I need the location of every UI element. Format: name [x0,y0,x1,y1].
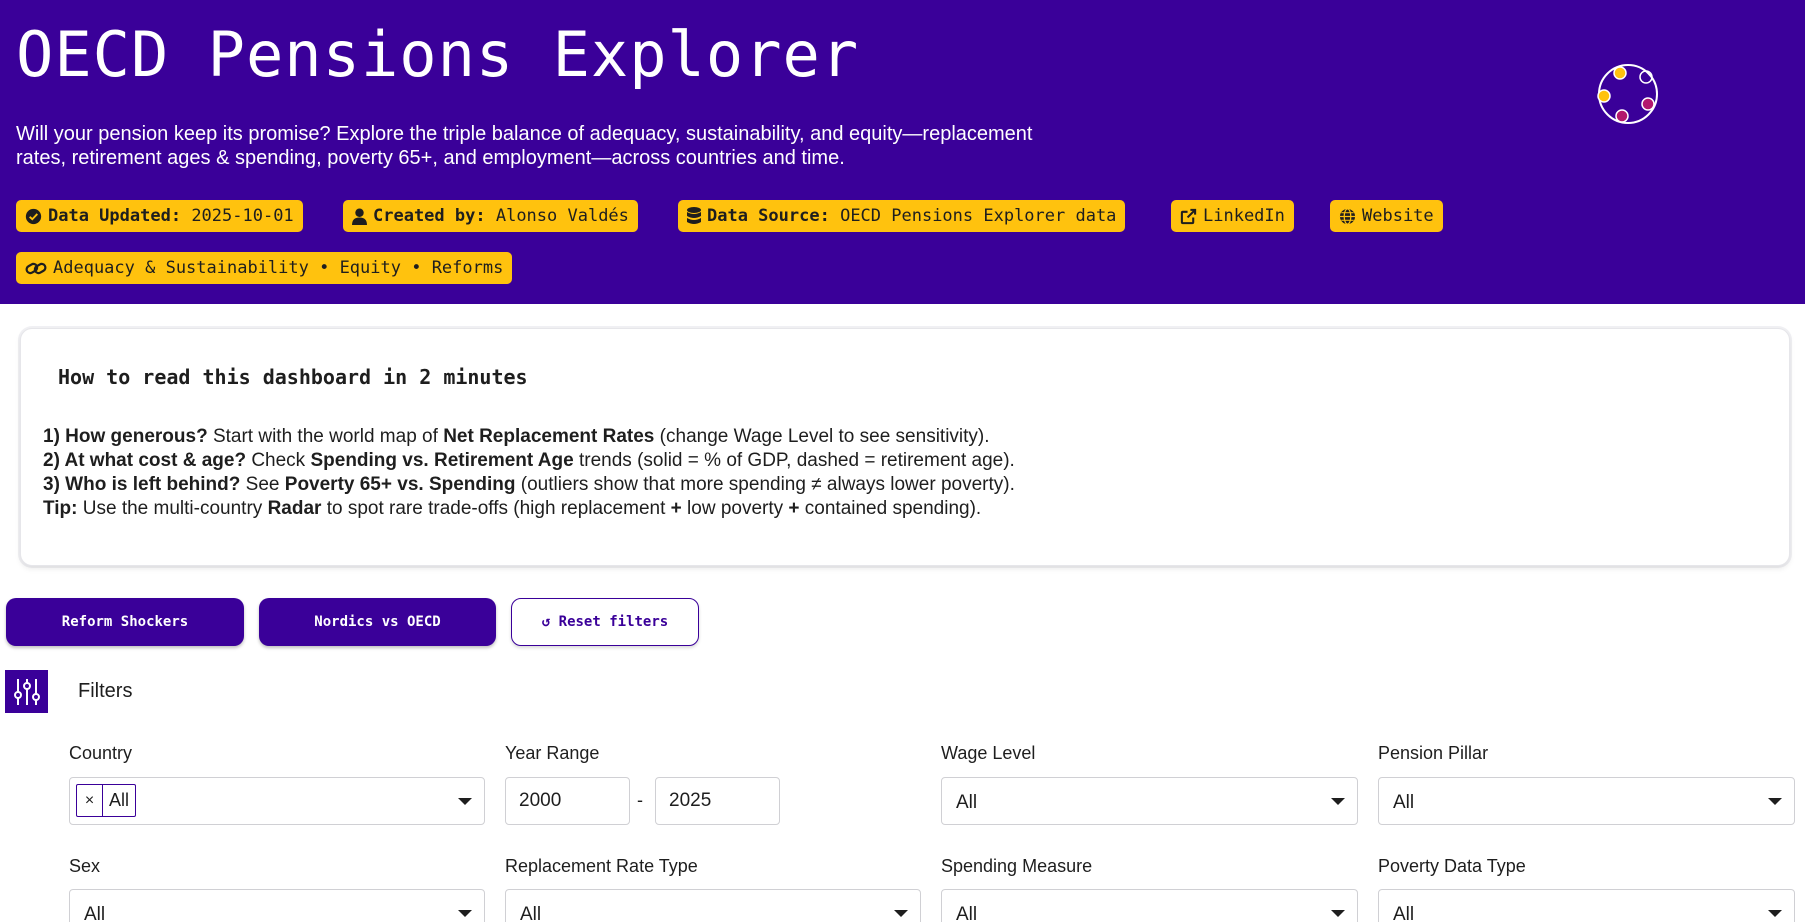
guide-line-2: 2) At what cost & age? Check Spending vs… [43,450,1015,471]
chevron-down-icon [1768,798,1782,805]
replacement-rate-type-label: Replacement Rate Type [505,856,698,876]
nordics-vs-oecd-button[interactable]: Nordics vs OECD [259,598,496,646]
wage-level-select[interactable]: All [941,777,1358,825]
spending-measure-label: Spending Measure [941,856,1093,876]
app-subtitle: Will your pension keep its promise? Expl… [16,123,1033,169]
guide-line-3: 3) Who is left behind? See Poverty 65+ v… [43,474,1015,495]
replacement-rate-type-value: All [520,904,542,922]
pension-pillar-label: Pension Pillar [1378,743,1489,763]
guide-lines: 1) How generous? Start with the world ma… [43,425,1015,521]
app-title: OECD Pensions Explorer [16,18,860,91]
globe-icon [1339,207,1356,225]
user-icon [352,208,367,225]
poverty-data-type-select[interactable]: All [1378,889,1795,922]
filters-title: Filters [78,680,133,702]
data-source-value: OECD Pensions Explorer data [840,206,1117,226]
poverty-data-type-value: All [1393,904,1415,922]
database-icon [687,207,701,224]
pension-pillar-select[interactable]: All [1378,777,1795,825]
data-source-badge: Data Source: OECD Pensions Explorer data [678,200,1126,232]
chevron-down-icon [1768,910,1782,917]
created-by-badge: Created by: Alonso Valdés [343,200,638,232]
chevron-down-icon [1331,798,1345,805]
data-updated-badge: Data Updated: 2025-10-01 [16,200,303,232]
sex-label: Sex [69,856,101,876]
chevron-down-icon [458,798,472,805]
website-label: Website [1362,206,1434,226]
created-by-label: Created by: [373,206,486,226]
sliders-icon [13,678,40,705]
wage-level-value: All [956,792,978,813]
data-source-label: Data Source: [707,206,830,226]
sex-select[interactable]: All [69,889,485,922]
check-circle-icon [25,208,42,224]
topics-badge: Adequacy & Sustainability • Equity • Ref… [16,252,513,284]
sex-value: All [84,904,106,922]
link-icon [25,262,47,274]
external-link-icon [1180,208,1197,224]
pension-pillar-value: All [1393,792,1415,813]
reform-shockers-button[interactable]: Reform Shockers [6,598,244,646]
guide-line-4: Tip: Use the multi-country Radar to spot… [43,498,982,519]
data-updated-value: 2025-10-01 [191,206,294,226]
guide-line-1: 1) How generous? Start with the world ma… [43,426,990,447]
linkedin-link[interactable]: LinkedIn [1171,200,1294,232]
wage-level-label: Wage Level [941,743,1036,763]
data-updated-label: Data Updated: [48,206,182,226]
reset-filters-button[interactable]: ↺ Reset filters [511,598,699,646]
guide-title: How to read this dashboard in 2 minutes [58,365,528,389]
country-select[interactable]: × All [69,777,485,825]
country-label: Country [69,743,133,763]
year-to-input[interactable]: 2025 [655,777,780,825]
year-range-label: Year Range [505,743,600,763]
logo-icon [1597,64,1658,124]
how-to-read-card: How to read this dashboard in 2 minutes … [20,328,1790,566]
linkedin-label: LinkedIn [1203,206,1285,226]
topics-label: Adequacy & Sustainability • Equity • Ref… [53,258,504,278]
website-link[interactable]: Website [1330,200,1443,232]
filters-toggle[interactable] [5,670,48,713]
spending-measure-select[interactable]: All [941,889,1358,922]
chevron-down-icon [894,910,908,917]
created-by-value: Alonso Valdés [495,206,629,226]
year-from-input[interactable]: 2000 [505,777,630,825]
chip-remove-icon[interactable]: × [77,785,103,816]
country-chip-label: All [109,790,130,810]
chevron-down-icon [458,910,472,917]
header-banner: OECD Pensions Explorer Will your pension… [0,0,1805,304]
poverty-data-type-label: Poverty Data Type [1378,856,1526,876]
spending-measure-value: All [956,904,978,922]
year-range-separator: - [637,790,643,810]
chevron-down-icon [1331,910,1345,917]
replacement-rate-type-select[interactable]: All [505,889,921,922]
country-chip: × All [76,784,137,817]
